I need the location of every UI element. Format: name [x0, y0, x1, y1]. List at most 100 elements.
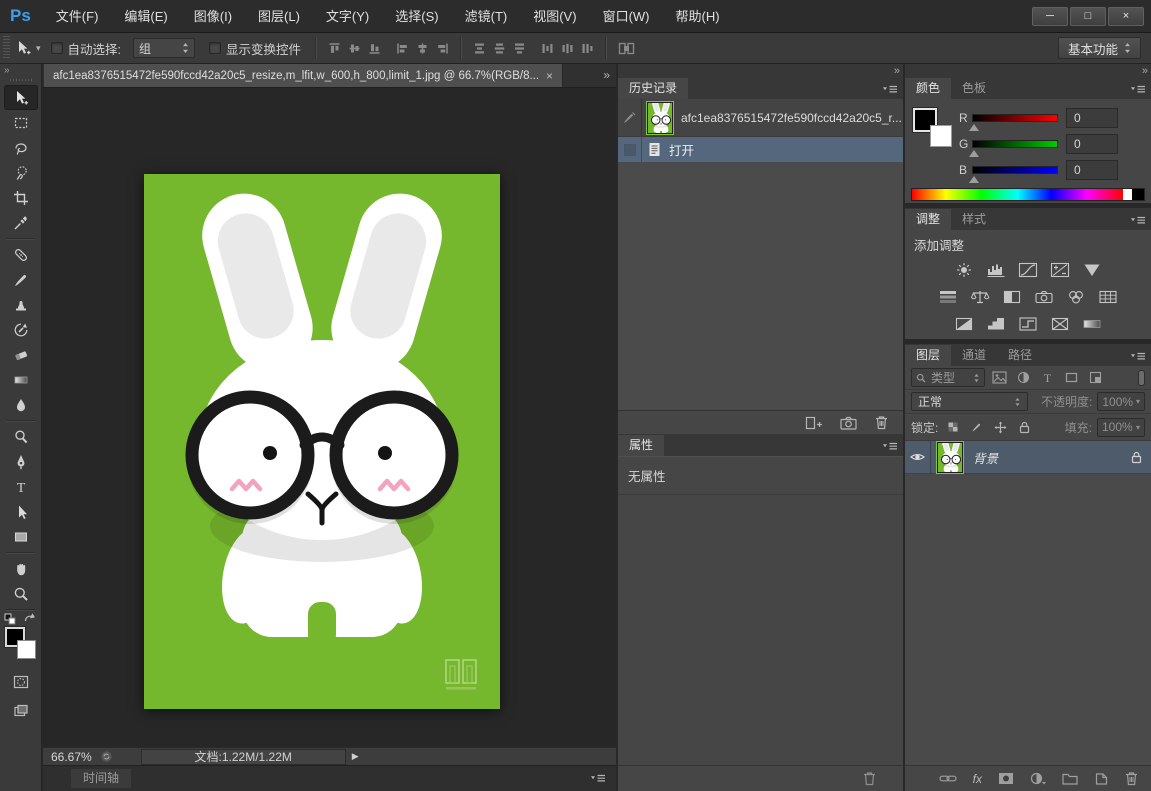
add-layer-mask-icon[interactable]	[998, 772, 1014, 785]
gradient-map-icon[interactable]	[1080, 314, 1104, 333]
color-background-swatch[interactable]	[930, 125, 952, 147]
history-step-checkbox-well[interactable]	[618, 137, 642, 162]
posterize-icon[interactable]	[984, 314, 1008, 333]
default-colors-icon[interactable]	[4, 613, 16, 625]
move-tool[interactable]	[4, 85, 38, 110]
tab-overflow-icon[interactable]: »	[603, 64, 616, 87]
menu-image[interactable]: 图像(I)	[181, 0, 245, 33]
red-slider-thumb[interactable]	[969, 124, 979, 131]
photo-filter-icon[interactable]	[1032, 287, 1056, 306]
green-slider-track[interactable]	[972, 140, 1058, 148]
menu-file[interactable]: 文件(F)	[43, 0, 112, 33]
history-panel-menu-icon[interactable]	[882, 85, 898, 94]
distribute-right-icon[interactable]	[577, 37, 597, 59]
tab-color[interactable]: 颜色	[905, 78, 951, 99]
tab-swatches[interactable]: 色板	[951, 78, 997, 99]
green-value-field[interactable]: 0	[1066, 134, 1118, 154]
menu-type[interactable]: 文字(Y)	[313, 0, 382, 33]
collapse-tools-icon[interactable]: »	[0, 64, 41, 76]
black-white-icon[interactable]	[1000, 287, 1024, 306]
auto-select-target-dropdown[interactable]: 组	[133, 38, 195, 58]
lock-transparency-icon[interactable]	[943, 418, 962, 437]
pen-tool[interactable]	[4, 449, 38, 474]
selective-color-icon[interactable]	[1048, 314, 1072, 333]
exposure-icon[interactable]	[1048, 260, 1072, 279]
clone-stamp-tool[interactable]	[4, 292, 38, 317]
lasso-tool[interactable]	[4, 135, 38, 160]
color-lookup-icon[interactable]	[1096, 287, 1120, 306]
show-transform-checkbox[interactable]	[209, 42, 221, 54]
history-step-open[interactable]: 打开	[618, 137, 903, 162]
link-layers-icon[interactable]	[939, 773, 957, 784]
menu-window[interactable]: 窗口(W)	[590, 0, 663, 33]
layer-name[interactable]: 背景	[973, 448, 1131, 467]
new-layer-icon[interactable]	[1094, 772, 1108, 786]
history-brush-tool[interactable]	[4, 317, 38, 342]
menu-layer[interactable]: 图层(L)	[245, 0, 313, 33]
timeline-panel-menu-icon[interactable]	[590, 774, 606, 783]
quick-selection-tool[interactable]	[4, 160, 38, 185]
minimize-button[interactable]: ─	[1032, 7, 1068, 26]
delete-state-trash-icon[interactable]	[874, 415, 889, 430]
background-color-swatch[interactable]	[17, 640, 36, 659]
new-document-from-state-icon[interactable]	[805, 416, 823, 430]
menu-help[interactable]: 帮助(H)	[663, 0, 733, 33]
blue-value-field[interactable]: 0	[1066, 160, 1118, 180]
align-top-icon[interactable]	[324, 37, 344, 59]
maximize-button[interactable]: □	[1070, 7, 1106, 26]
shape-filter-icon[interactable]	[1062, 368, 1081, 387]
layer-thumbnail[interactable]	[937, 442, 963, 473]
eyedropper-tool[interactable]	[4, 210, 38, 235]
threshold-icon[interactable]	[1016, 314, 1040, 333]
properties-trash-icon[interactable]	[862, 771, 877, 786]
hue-saturation-icon[interactable]	[936, 287, 960, 306]
vibrance-icon[interactable]	[1080, 260, 1104, 279]
curves-icon[interactable]	[1016, 260, 1040, 279]
timeline-tab[interactable]: 时间轴	[71, 769, 131, 788]
tab-paths[interactable]: 路径	[997, 345, 1043, 366]
layers-panel-menu-icon[interactable]	[1130, 352, 1146, 361]
levels-icon[interactable]	[984, 260, 1008, 279]
align-bottom-icon[interactable]	[364, 37, 384, 59]
status-options-arrow-icon[interactable]: ▶	[346, 751, 365, 762]
red-value-field[interactable]: 0	[1066, 108, 1118, 128]
menu-select[interactable]: 选择(S)	[382, 0, 451, 33]
adjustments-panel-menu-icon[interactable]	[1130, 216, 1146, 225]
invert-icon[interactable]	[952, 314, 976, 333]
green-slider-thumb[interactable]	[969, 150, 979, 157]
distribute-top-icon[interactable]	[469, 37, 489, 59]
type-tool[interactable]: T	[4, 474, 38, 499]
hand-tool[interactable]	[4, 556, 38, 581]
tab-properties[interactable]: 属性	[618, 435, 664, 456]
opacity-dropdown[interactable]: 100% ▾	[1097, 392, 1145, 411]
canvas-pasteboard[interactable]	[43, 88, 616, 747]
spot-healing-brush-tool[interactable]	[4, 242, 38, 267]
spectrum-white-swatch[interactable]	[1123, 189, 1132, 200]
workspace-switcher-button[interactable]: 基本功能	[1058, 37, 1141, 59]
spectrum-gradient[interactable]	[912, 189, 1123, 200]
zoom-level-field[interactable]: 66.67%	[43, 750, 100, 764]
layer-style-fx-icon[interactable]: fx	[973, 772, 982, 786]
zoom-tool[interactable]	[4, 581, 38, 606]
filter-type-dropdown[interactable]: 类型	[911, 368, 985, 387]
document-image[interactable]	[144, 174, 500, 709]
path-selection-tool[interactable]	[4, 499, 38, 524]
tab-adjustments[interactable]: 调整	[905, 209, 951, 230]
properties-panel-menu-icon[interactable]	[882, 442, 898, 451]
brush-tool[interactable]	[4, 267, 38, 292]
auto-select-checkbox[interactable]	[51, 42, 63, 54]
crop-tool[interactable]	[4, 185, 38, 210]
align-hcenter-icon[interactable]	[412, 37, 432, 59]
smart-object-filter-icon[interactable]	[1086, 368, 1105, 387]
eraser-tool[interactable]	[4, 342, 38, 367]
align-vcenter-icon[interactable]	[344, 37, 364, 59]
tab-channels[interactable]: 通道	[951, 345, 997, 366]
color-balance-icon[interactable]	[968, 287, 992, 306]
rectangular-marquee-tool[interactable]	[4, 110, 38, 135]
tab-history[interactable]: 历史记录	[618, 78, 688, 99]
document-size-info[interactable]: 文档:1.22M/1.22M	[141, 749, 346, 765]
channel-mixer-icon[interactable]	[1064, 287, 1088, 306]
layer-visibility-well[interactable]	[905, 441, 931, 473]
filter-toggle-switch[interactable]	[1138, 370, 1145, 386]
dodge-tool[interactable]	[4, 424, 38, 449]
